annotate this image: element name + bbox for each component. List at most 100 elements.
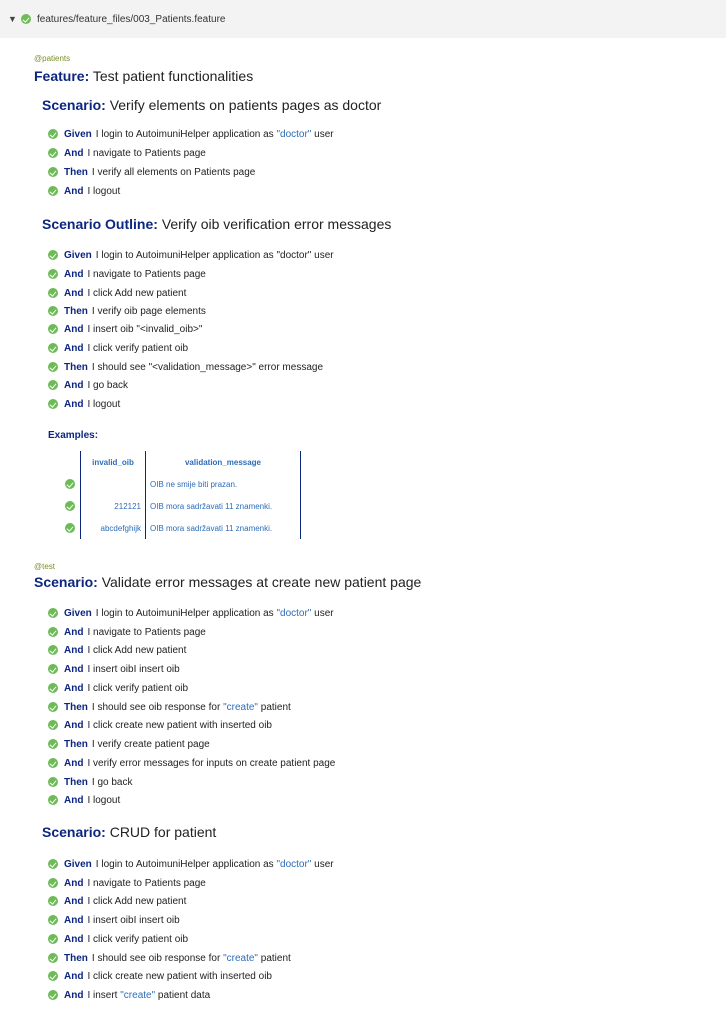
step-keyword: And: [64, 645, 84, 656]
step-text: I logout: [87, 186, 121, 197]
step: Then I go back: [48, 776, 132, 790]
feature-tag: @patients: [34, 54, 71, 63]
step-keyword: Then: [64, 306, 88, 317]
examples-table: invalid_oib validation_message OIB ne sm…: [60, 451, 301, 539]
check-icon: [48, 859, 58, 870]
step: And I click Add new patient: [48, 644, 186, 658]
examples-header-row: invalid_oib validation_message: [60, 451, 301, 473]
row-status: [60, 473, 81, 495]
step: And I insert "create" patient data: [48, 989, 210, 1003]
step: Then I verify oib page elements: [48, 305, 206, 319]
step: And I click verify patient oib: [48, 933, 188, 947]
step-keyword: Given: [64, 608, 92, 619]
check-icon: [48, 683, 58, 694]
scenario-title: Scenario: CRUD for patient: [42, 824, 216, 840]
scenario-keyword: Scenario:: [34, 574, 98, 590]
check-icon: [48, 971, 58, 982]
step-param: "doctor": [276, 129, 312, 140]
step-text: I logout: [87, 399, 121, 410]
step: And I click create new patient with inser…: [48, 719, 272, 733]
step: And I logout: [48, 398, 120, 412]
step: And I navigate to Patients page: [48, 268, 206, 282]
step: And I logout: [48, 185, 120, 199]
step-text: I navigate to Patients page: [87, 627, 206, 638]
check-icon: [48, 645, 58, 656]
step: And I click verify patient oib: [48, 682, 188, 696]
step: Given I login to AutoimuniHelper applicat…: [48, 607, 334, 621]
step-text: I should see "<validation_message>" erro…: [91, 362, 324, 373]
step-text: I insert oib "<invalid_oib>": [87, 324, 203, 335]
step-param: "doctor": [276, 859, 312, 870]
row-status: [60, 517, 81, 539]
step-keyword: And: [64, 627, 84, 638]
check-icon: [65, 479, 75, 489]
step-text-end: patient: [258, 702, 291, 713]
step-keyword: And: [64, 380, 84, 391]
step-keyword: Given: [64, 129, 92, 140]
check-icon: [48, 250, 58, 261]
check-icon: [48, 795, 58, 806]
step-text-end: user: [311, 129, 334, 140]
step: Given I login to AutoimuniHelper applicat…: [48, 249, 334, 263]
step-keyword: Given: [64, 250, 92, 261]
step-keyword: And: [64, 795, 84, 806]
check-icon: [48, 915, 58, 926]
check-icon: [48, 758, 58, 769]
step-text: I click verify patient oib: [87, 343, 189, 354]
step-keyword: Given: [64, 859, 92, 870]
check-icon: [48, 324, 58, 335]
scenario-keyword: Scenario:: [42, 824, 106, 840]
step-keyword: Then: [64, 362, 88, 373]
step-text: I insert oibI insert oib: [87, 664, 180, 675]
step-keyword: And: [64, 878, 84, 889]
check-icon: [48, 306, 58, 317]
step-text: I verify error messages for inputs on cr…: [87, 758, 336, 769]
step-text: I login to AutoimuniHelper application a…: [95, 608, 277, 619]
step-keyword: And: [64, 720, 84, 731]
step-text: I click create new patient with inserted…: [87, 720, 272, 731]
chevron-down-icon[interactable]: ▼: [8, 14, 18, 24]
step: Then I should see "<validation_message>" …: [48, 361, 323, 375]
step-text-end: user: [311, 859, 334, 870]
step-keyword: And: [64, 186, 84, 197]
step-text: I should see oib response for: [91, 702, 224, 713]
step: Given I login to AutoimuniHelper applicat…: [48, 128, 334, 142]
check-icon: [65, 523, 75, 533]
step: And I navigate to Patients page: [48, 877, 206, 891]
step-keyword: And: [64, 269, 84, 280]
check-icon: [48, 896, 58, 907]
step-text-end: patient data: [155, 990, 211, 1001]
step-text-end: user: [311, 608, 334, 619]
step-text: I click verify patient oib: [87, 683, 189, 694]
step-keyword: And: [64, 683, 84, 694]
examples-label: Examples:: [48, 430, 99, 441]
table-row: abcdefghijk OIB mora sadržavati 11 zname…: [60, 517, 301, 539]
cell-invalid-oib: 212121: [80, 495, 146, 517]
cell-invalid-oib: [80, 473, 146, 495]
step-text: I click Add new patient: [87, 645, 187, 656]
step-keyword: And: [64, 288, 84, 299]
feature-title: Feature: Test patient functionalities: [34, 68, 253, 84]
step-keyword: And: [64, 990, 84, 1001]
step: And I click create new patient with inser…: [48, 970, 272, 984]
step: And I navigate to Patients page: [48, 626, 206, 640]
check-icon: [48, 343, 58, 354]
step-text: I login to AutoimuniHelper application a…: [95, 859, 277, 870]
step-keyword: And: [64, 971, 84, 982]
step-text: I login to AutoimuniHelper application a…: [95, 129, 277, 140]
step-text: I click Add new patient: [87, 896, 187, 907]
step-param: "doctor": [276, 608, 312, 619]
check-icon: [48, 129, 58, 140]
feature-header-bar[interactable]: ▼ features/feature_files/003_Patients.fe…: [0, 0, 726, 38]
step-text: I insert oibI insert oib: [87, 915, 180, 926]
step: And I logout: [48, 794, 120, 808]
check-icon: [48, 148, 58, 159]
check-icon: [48, 934, 58, 945]
step: And I insert oib "<invalid_oib>": [48, 323, 202, 337]
step-text-end: patient: [258, 953, 291, 964]
step-text: I verify oib page elements: [91, 306, 206, 317]
check-icon: [48, 702, 58, 713]
scenario-title: Scenario: Validate error messages at cre…: [34, 574, 421, 590]
step: And I click verify patient oib: [48, 342, 188, 356]
step-keyword: And: [64, 343, 84, 354]
